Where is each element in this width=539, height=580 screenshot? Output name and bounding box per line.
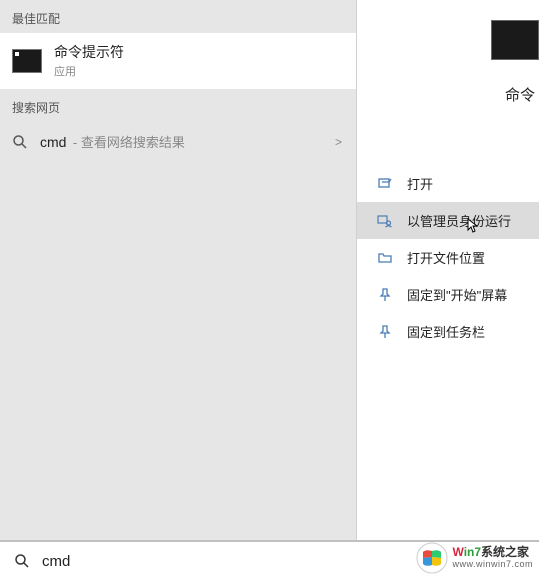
action-run-as-admin[interactable]: 以管理员身份运行 [357,202,539,239]
search-input[interactable]: cmd [42,553,70,570]
pin-start-icon [377,287,393,303]
action-label: 打开 [407,174,433,193]
action-list: 打开 以管理员身份运行 打开文件位置 固定到"开始"屏幕 [357,165,539,350]
watermark-text: Win7系统之家 www.winwin7.com [452,546,533,569]
cmd-app-icon-large [491,20,539,60]
folder-icon [377,250,393,266]
web-search-item[interactable]: cmd - 查看网络搜索结果 > [0,122,356,162]
details-app-title: 命令 [357,84,539,105]
cmd-app-icon [12,49,42,73]
action-label: 以管理员身份运行 [407,211,511,230]
search-icon [12,134,28,150]
search-results-panel: 最佳匹配 命令提示符 应用 搜索网页 cmd - 查看网络搜索结果 > [0,0,356,580]
search-icon [14,553,30,569]
best-match-info: 命令提示符 应用 [54,43,124,79]
web-search-header: 搜索网页 [0,89,356,122]
best-match-item[interactable]: 命令提示符 应用 [0,33,356,89]
action-pin-to-start[interactable]: 固定到"开始"屏幕 [357,276,539,313]
chevron-right-icon: > [335,135,342,149]
details-panel: 命令 打开 以管理员身份运行 打开文件位置 [356,0,539,580]
best-match-header: 最佳匹配 [0,0,356,33]
action-open-file-location[interactable]: 打开文件位置 [357,239,539,276]
watermark: Win7系统之家 www.winwin7.com [416,542,533,574]
action-label: 固定到任务栏 [407,322,485,341]
action-open[interactable]: 打开 [357,165,539,202]
web-search-term: cmd - 查看网络搜索结果 [40,132,185,152]
action-label: 打开文件位置 [407,248,485,267]
action-pin-to-taskbar[interactable]: 固定到任务栏 [357,313,539,350]
pin-taskbar-icon [377,324,393,340]
open-icon [377,176,393,192]
action-label: 固定到"开始"屏幕 [407,285,507,304]
details-header: 命令 [357,0,539,115]
best-match-title: 命令提示符 [54,43,124,63]
watermark-logo-icon [416,542,448,574]
best-match-subtitle: 应用 [54,63,124,79]
admin-icon [377,213,393,229]
